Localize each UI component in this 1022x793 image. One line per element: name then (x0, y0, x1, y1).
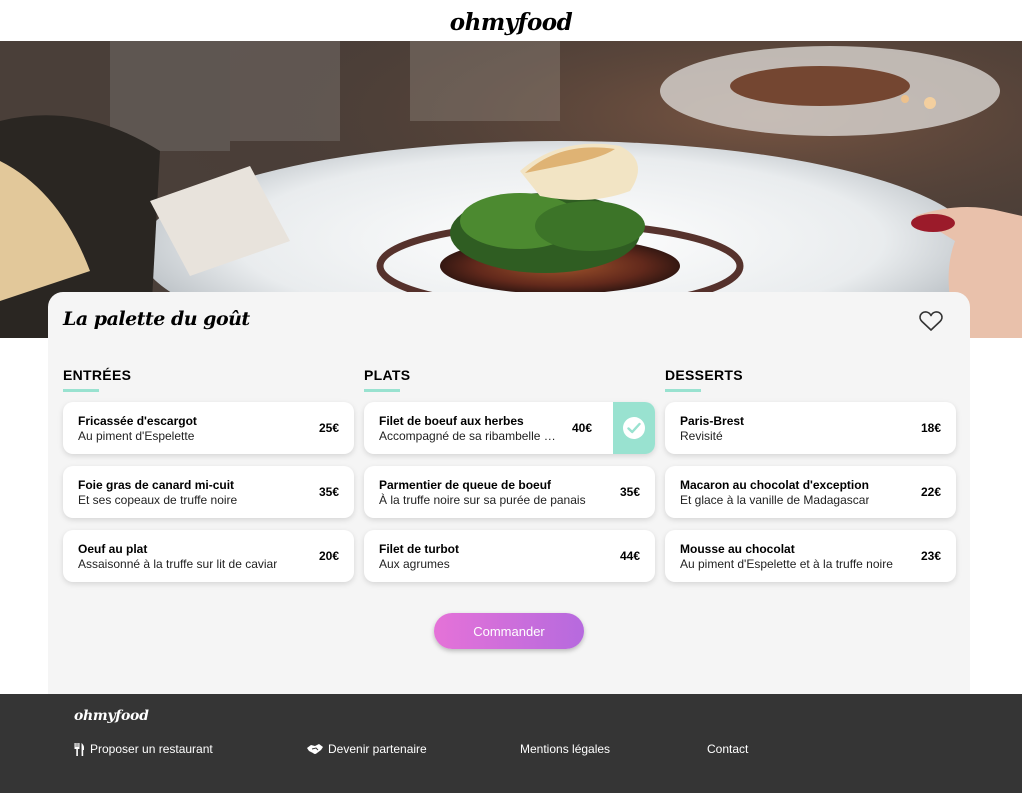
dish-price: 20€ (318, 549, 339, 563)
utensils-icon (74, 742, 85, 756)
column-title-underline (63, 389, 99, 392)
check-icon (623, 417, 645, 439)
footer-link-become-partner[interactable]: Devenir partenaire (307, 742, 427, 756)
site-footer: ohmyfood Proposer un restaurant Devenir … (0, 694, 1022, 793)
footer-link-contact[interactable]: Contact (707, 742, 748, 756)
like-button[interactable] (918, 309, 944, 333)
selected-indicator (613, 402, 655, 454)
column-title-underline (665, 389, 701, 392)
handshake-icon (307, 743, 323, 755)
dish-name: Oeuf au plat (78, 542, 148, 556)
dish-name: Foie gras de canard mi-cuit (78, 478, 235, 492)
footer-link-legal[interactable]: Mentions légales (520, 742, 610, 756)
order-button[interactable]: Commander (434, 613, 584, 649)
dish-description: Revisité (680, 429, 723, 443)
footer-link-label: Devenir partenaire (328, 742, 427, 756)
dish-card[interactable]: Paris-Brest Revisité 18€ (665, 402, 956, 454)
column-title: PLATS (364, 367, 411, 383)
heart-outline-icon (919, 311, 943, 331)
restaurant-title: La palette du goût (63, 308, 250, 330)
dish-price: 40€ (571, 421, 592, 435)
dish-name: Paris-Brest (680, 414, 745, 428)
footer-link-propose-restaurant[interactable]: Proposer un restaurant (74, 742, 213, 756)
dish-price: 35€ (619, 485, 640, 499)
menu-card: La palette du goût ENTRÉES Fricassée d'e… (48, 292, 970, 694)
dish-description: Au piment d'Espelette et à la truffe noi… (680, 557, 893, 571)
dish-name: Parmentier de queue de boeuf (379, 478, 552, 492)
site-logo[interactable]: ohmyfood (450, 9, 573, 36)
dish-name: Macaron au chocolat d'exception (680, 478, 869, 492)
dish-card[interactable]: Foie gras de canard mi-cuit Et ses copea… (63, 466, 354, 518)
dish-description: Et ses copeaux de truffe noire (78, 493, 238, 507)
footer-link-label: Contact (707, 742, 749, 756)
dish-description: À la truffe noire sur sa purée de panais (379, 493, 586, 507)
dish-card[interactable]: Fricassée d'escargot Au piment d'Espelet… (63, 402, 354, 454)
column-title-underline (364, 389, 400, 392)
menu-column-desserts: DESSERTS Paris-Brest Revisité 18€ Macaro… (665, 367, 956, 582)
dish-description: Accompagné de sa ribambelle de légumes (379, 429, 561, 443)
dish-description: Au piment d'Espelette (78, 429, 195, 443)
dish-description: Et glace à la vanille de Madagascar (680, 493, 870, 507)
dish-price: 18€ (920, 421, 941, 435)
dish-name: Fricassée d'escargot (78, 414, 197, 428)
dish-price: 44€ (619, 549, 640, 563)
dish-card[interactable]: Mousse au chocolat Au piment d'Espelette… (665, 530, 956, 582)
dish-description: Assaisonné à la truffe sur lit de caviar (78, 557, 278, 571)
footer-logo[interactable]: ohmyfood (74, 708, 149, 724)
footer-link-label: Mentions légales (520, 742, 611, 756)
column-title: ENTRÉES (63, 367, 132, 383)
dish-card-selected[interactable]: Filet de boeuf aux herbes Accompagné de … (364, 402, 655, 454)
footer-link-label: Proposer un restaurant (90, 742, 213, 756)
dish-price: 35€ (318, 485, 339, 499)
dish-price: 22€ (920, 485, 941, 499)
check-mark (627, 422, 641, 434)
site-header: ohmyfood (0, 0, 1022, 41)
dish-name: Filet de turbot (379, 542, 459, 556)
dish-card[interactable]: Macaron au chocolat d'exception Et glace… (665, 466, 956, 518)
menu-column-plats: PLATS Filet de boeuf aux herbes Accompag… (364, 367, 655, 582)
dish-description: Aux agrumes (379, 557, 450, 571)
dish-card[interactable]: Oeuf au plat Assaisonné à la truffe sur … (63, 530, 354, 582)
dish-price: 23€ (920, 549, 941, 563)
dish-name: Mousse au chocolat (680, 542, 795, 556)
menu-column-entrees: ENTRÉES Fricassée d'escargot Au piment d… (63, 367, 354, 582)
dish-card[interactable]: Parmentier de queue de boeuf À la truffe… (364, 466, 655, 518)
dish-price: 25€ (318, 421, 339, 435)
column-title: DESSERTS (665, 367, 743, 383)
dish-card[interactable]: Filet de turbot Aux agrumes 44€ (364, 530, 655, 582)
dish-name: Filet de boeuf aux herbes (379, 414, 524, 428)
